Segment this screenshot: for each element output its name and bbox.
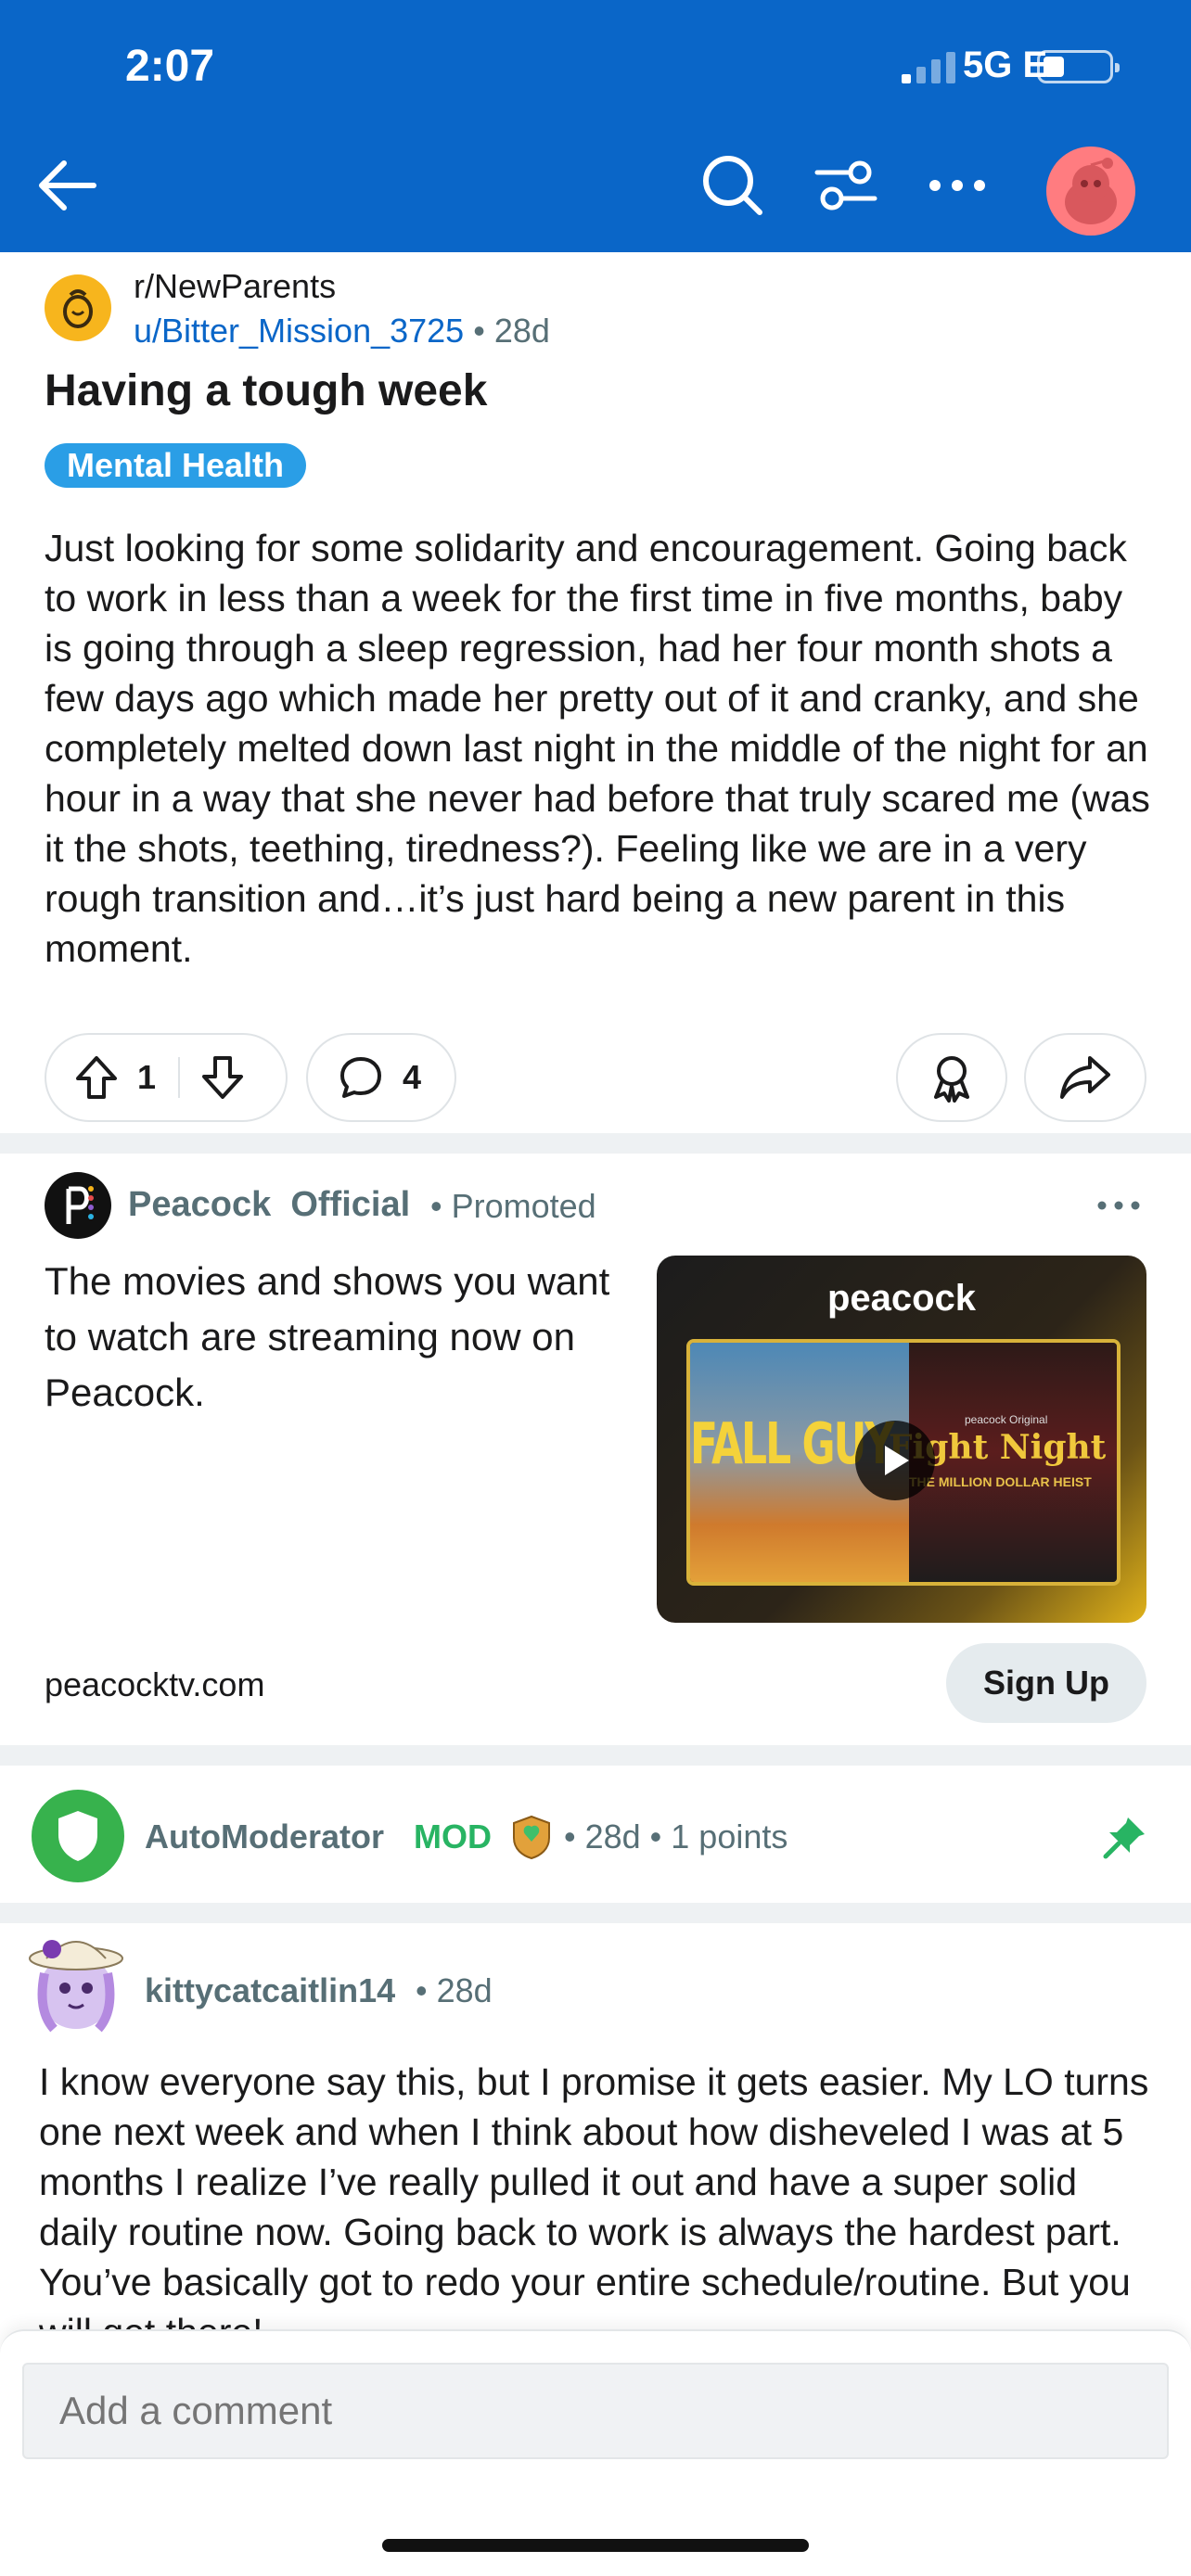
more-icon bbox=[1097, 1201, 1140, 1210]
more-options-button[interactable] bbox=[920, 148, 994, 223]
media-logo: peacock bbox=[826, 1278, 977, 1319]
award-icon bbox=[934, 1056, 969, 1103]
user-avatar[interactable] bbox=[1046, 147, 1135, 236]
section-separator bbox=[0, 1745, 1191, 1766]
post-body: Just looking for some solidarity and enc… bbox=[45, 527, 1150, 970]
mod-shield-icon bbox=[513, 1815, 550, 1860]
play-icon bbox=[885, 1446, 909, 1475]
advertiser-name[interactable]: Peacock Official bbox=[128, 1185, 410, 1225]
section-separator bbox=[0, 1903, 1191, 1923]
filter-icon bbox=[814, 160, 877, 210]
downvote-button[interactable] bbox=[200, 1054, 245, 1101]
shield-icon bbox=[58, 1811, 97, 1861]
commenter-avatar[interactable] bbox=[26, 1927, 126, 2036]
ad-text: The movies and shows you want to watch a… bbox=[45, 1259, 610, 1414]
snoo-avatar-icon bbox=[1065, 158, 1117, 224]
comment-age: • 28d bbox=[416, 1971, 493, 2009]
mod-author[interactable]: AutoModerator bbox=[145, 1817, 384, 1856]
post-author[interactable]: u/Bitter_Mission_3725 bbox=[134, 312, 464, 350]
comment-author[interactable]: kittycatcaitlin14 bbox=[145, 1971, 395, 2010]
search-button[interactable] bbox=[696, 148, 770, 223]
comment-count: 4 bbox=[403, 1058, 422, 1096]
back-arrow-icon bbox=[39, 160, 96, 210]
subreddit-logo-icon bbox=[63, 289, 93, 328]
play-button[interactable] bbox=[855, 1421, 935, 1500]
share-icon bbox=[1060, 1056, 1110, 1099]
comment-icon bbox=[340, 1057, 381, 1098]
vote-divider bbox=[178, 1057, 181, 1098]
share-button[interactable] bbox=[1024, 1033, 1146, 1122]
vote-pill: 1 bbox=[45, 1033, 288, 1122]
more-icon bbox=[929, 180, 985, 191]
automoderator-avatar[interactable] bbox=[32, 1790, 124, 1882]
poster-right-subtitle: THE MILLION DOLLAR HEIST bbox=[909, 1474, 1092, 1489]
post-flair[interactable]: Mental Health bbox=[45, 443, 307, 488]
upvote-count: 1 bbox=[137, 1058, 157, 1096]
pin-icon bbox=[1103, 1817, 1145, 1859]
back-button[interactable] bbox=[30, 148, 104, 223]
downvote-icon bbox=[202, 1056, 244, 1099]
peacock-logo-icon bbox=[66, 1186, 94, 1224]
poster-right-small: peacock Original bbox=[965, 1413, 1048, 1426]
network-label: 5G E bbox=[963, 45, 1048, 85]
upvote-icon bbox=[76, 1056, 117, 1099]
comments-button[interactable]: 4 bbox=[306, 1033, 456, 1122]
subreddit-name[interactable]: r/NewParents bbox=[134, 267, 336, 306]
signal-icon bbox=[902, 52, 955, 83]
search-icon bbox=[703, 156, 762, 215]
home-indicator bbox=[382, 2539, 809, 2552]
ad-domain[interactable]: peacocktv.com bbox=[45, 1665, 264, 1704]
filter-button[interactable] bbox=[809, 148, 883, 223]
sign-up-button[interactable]: Sign Up bbox=[946, 1643, 1146, 1723]
mod-badge: MOD bbox=[414, 1817, 492, 1855]
ad-more-button[interactable] bbox=[1095, 1189, 1143, 1222]
post-title: Having a tough week bbox=[45, 366, 488, 415]
post-age: 28d bbox=[493, 312, 550, 350]
add-comment-input[interactable] bbox=[22, 2363, 1169, 2459]
post-meta: u/Bitter_Mission_3725 • 28d bbox=[134, 312, 550, 351]
promoted-label: • Promoted bbox=[430, 1187, 596, 1225]
section-separator bbox=[0, 1133, 1191, 1154]
meta-dot: • bbox=[473, 312, 494, 350]
battery-icon bbox=[1037, 50, 1120, 83]
comment-body: I know everyone say this, but I promise … bbox=[39, 2060, 1149, 2344]
mod-meta: • 28d • 1 points bbox=[564, 1817, 788, 1855]
app-header: 2:07 5G E bbox=[0, 0, 1191, 252]
upvote-button[interactable] bbox=[74, 1054, 119, 1101]
advertiser-avatar[interactable] bbox=[45, 1172, 111, 1239]
award-button[interactable] bbox=[896, 1033, 1007, 1122]
status-time: 2:07 bbox=[125, 42, 215, 91]
subreddit-icon[interactable] bbox=[45, 274, 111, 341]
ad-video-thumbnail[interactable]: peacock FALL GUY peacock Original Fight … bbox=[657, 1256, 1146, 1623]
